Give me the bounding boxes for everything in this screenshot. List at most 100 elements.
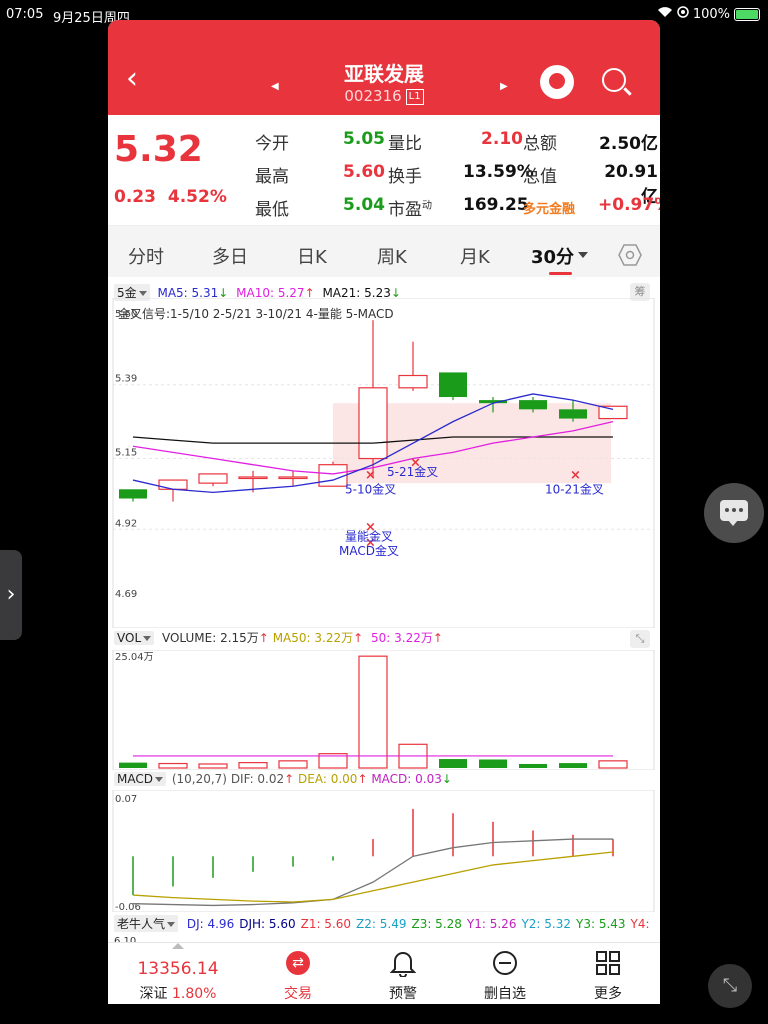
tab-day-k[interactable]: 日K xyxy=(297,243,327,269)
trade-icon: ⇄ xyxy=(286,951,310,975)
chart-area[interactable]: 5金 MA5: 5.31↓ MA10: 5.27↑ MA21: 5.23↓ 筹 … xyxy=(108,278,660,947)
index-ticker[interactable]: 13356.14 深证 1.80% xyxy=(108,943,248,1004)
nav-trade[interactable]: ⇄ 交易 xyxy=(258,943,338,1004)
kline-chart: 5.605.395.154.924.69×××××5-21金叉5-10金叉 10-… xyxy=(112,298,655,628)
volume-axis-label: 25.04万 xyxy=(115,652,154,663)
side-handle[interactable]: › xyxy=(0,550,22,640)
expand-up-icon xyxy=(172,943,184,949)
candle-body xyxy=(119,489,147,499)
popularity-item: Y2: 5.32 xyxy=(521,917,571,931)
macd-chart: 0.07-0.06 xyxy=(112,790,655,912)
candle-body xyxy=(158,479,188,490)
signal-annotation: 10-21金叉 xyxy=(545,481,604,496)
popularity-item: Z3: 5.28 xyxy=(411,917,462,931)
kline-axis-label: 5.15 xyxy=(115,448,137,459)
settings-hex-icon[interactable] xyxy=(618,243,642,267)
volume-indicator-label: VOL xyxy=(117,631,142,645)
kline-axis-label: 4.69 xyxy=(115,589,137,600)
period-dropdown-icon[interactable] xyxy=(578,252,588,258)
vol-50-label: 50: 3.22万 xyxy=(371,631,433,645)
nav-remove-watchlist[interactable]: 删自选 xyxy=(465,943,545,1004)
macd-axis-label: 0.07 xyxy=(115,794,137,805)
index-value: 13356.14 xyxy=(137,959,219,979)
remove-circle-icon xyxy=(492,950,518,980)
battery-icon xyxy=(734,7,760,21)
volume-bar xyxy=(439,759,467,768)
grid-icon xyxy=(596,951,620,979)
volume-indicator-select[interactable]: VOL xyxy=(114,631,155,645)
volume-bar xyxy=(559,763,587,768)
candle-body xyxy=(198,473,228,484)
mascot-icon[interactable] xyxy=(540,65,574,99)
kline-axis-label: 5.39 xyxy=(115,374,137,385)
level-badge: L1 xyxy=(405,89,424,105)
signal-annotation: 5-21金叉 xyxy=(387,464,438,479)
quote-value: 13.59% xyxy=(463,162,534,182)
stock-code: 002316 xyxy=(344,87,402,105)
battery-percent: 100% xyxy=(692,6,730,22)
candle-body xyxy=(439,372,467,398)
tab-fenshi[interactable]: 分时 xyxy=(128,243,164,269)
volume-bar xyxy=(598,760,628,769)
search-icon[interactable] xyxy=(602,68,626,92)
bottom-bar: 13356.14 深证 1.80% ⇄ 交易 预警 删自选 更多 xyxy=(108,942,660,1004)
dif-label: DIF: 0.02 xyxy=(230,772,285,786)
nav-alert-label: 预警 xyxy=(389,986,417,1002)
tab-30min[interactable]: 30分 xyxy=(531,243,574,269)
chevron-right-icon: › xyxy=(6,582,16,607)
candle-body xyxy=(398,374,428,389)
tab-duori[interactable]: 多日 xyxy=(212,243,248,269)
quote-label: 最低 xyxy=(255,200,289,220)
tab-week-k[interactable]: 周K xyxy=(377,243,407,269)
stock-name: 亚联发展 xyxy=(344,62,424,86)
price-change: 0.23 4.52% xyxy=(114,187,227,207)
change-percent: 4.52% xyxy=(167,187,227,207)
quote-label: 总额 xyxy=(523,134,557,154)
dea-label: DEA: 0.00 xyxy=(298,772,358,786)
nav-remove-label: 删自选 xyxy=(484,986,526,1002)
popularity-indicator-select[interactable]: 老牛人气 xyxy=(114,915,179,932)
dea-line xyxy=(132,851,614,903)
popularity-item: Y3: 5.43 xyxy=(576,917,626,931)
candle-body xyxy=(598,405,628,420)
nav-trade-label: 交易 xyxy=(284,986,312,1002)
quote-label: 今开 xyxy=(255,134,289,154)
popularity-legend: 老牛人气 DJ: 4.96 DJH: 5.60 Z1: 5.60 Z2: 5.49 Z3… xyxy=(114,915,650,932)
quote-value: 5.05 xyxy=(343,129,385,149)
popularity-items: DJ: 4.96 DJH: 5.60 Z1: 5.60 Z2: 5.49 Z3: 5.2… xyxy=(182,917,650,931)
signal-annotation: 量能金叉 xyxy=(345,528,393,543)
volume-bar xyxy=(479,759,507,768)
macd-indicator-select[interactable]: MACD xyxy=(114,772,166,786)
bell-icon xyxy=(389,949,417,981)
volume-chart: 25.04万 xyxy=(112,650,655,770)
candle-body xyxy=(318,464,348,487)
candle-body xyxy=(238,476,268,480)
candle-body xyxy=(358,387,388,460)
macd-indicator-label: MACD xyxy=(117,772,153,786)
volume-bar xyxy=(158,762,188,769)
nav-more[interactable]: 更多 xyxy=(568,943,648,1004)
tab-month-k[interactable]: 月K xyxy=(460,243,490,269)
nav-alert[interactable]: 预警 xyxy=(363,943,443,1004)
index-line: 深证 1.80% xyxy=(108,983,248,1003)
volume-bar xyxy=(278,760,308,769)
quote-value: +0.97% xyxy=(598,195,660,215)
quote-label: 总值 xyxy=(523,167,557,187)
volume-bar xyxy=(519,763,547,768)
period-tabs: 分时 多日 日K 周K 月K 30分 xyxy=(108,225,660,277)
quote-label: 市盈动 xyxy=(388,200,432,220)
current-price: 5.32 xyxy=(114,129,203,170)
expand-icon[interactable]: ⤡ xyxy=(630,630,650,648)
index-pct: 1.80% xyxy=(171,986,217,1002)
vol-ma50-label: MA50: 3.22万 xyxy=(272,631,354,645)
quote-label: 量比 xyxy=(388,134,422,154)
popularity-item: Y1: 5.26 xyxy=(466,917,517,931)
popularity-indicator-label: 老牛人气 xyxy=(117,917,166,931)
quote-label: 最高 xyxy=(255,167,289,187)
chat-float-button[interactable] xyxy=(704,483,764,543)
shrink-icon[interactable]: ⤡ xyxy=(708,964,752,1008)
popularity-item: Y4: xyxy=(630,917,650,931)
quote-label: 多元金融 xyxy=(523,202,576,217)
header: ‹ ◀ ▶ 亚联发展 002316 L1 xyxy=(108,20,660,115)
quote-value: 5.60 xyxy=(343,162,385,182)
